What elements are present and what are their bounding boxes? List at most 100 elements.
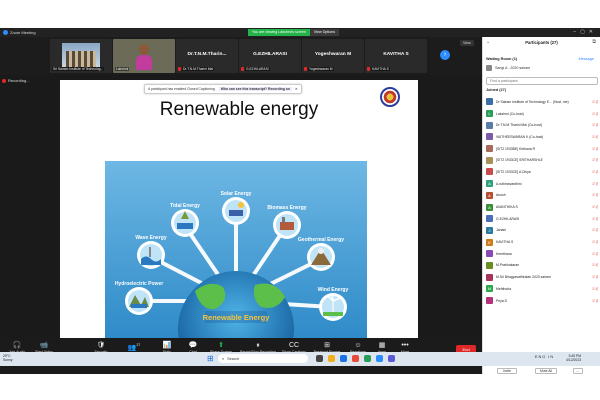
headphones-icon: 🎧 xyxy=(12,342,22,349)
video-off-icon: ▯̸ xyxy=(596,251,598,256)
participant-name: Dr Sairam Institute of Technology E... (… xyxy=(496,99,569,104)
store-icon[interactable] xyxy=(364,355,371,362)
participant-name: Sangi A - 2020 sairam xyxy=(495,66,531,70)
waiting-room-header[interactable]: Waiting Room (1) xyxy=(486,57,517,61)
zoom-app-icon[interactable] xyxy=(376,355,383,362)
tile-name: G.EZHILARASI xyxy=(253,52,287,57)
mic-muted-icon xyxy=(241,67,244,71)
mute-all-button[interactable]: Mute All xyxy=(535,368,557,374)
avatar: J xyxy=(486,226,493,234)
energy-label: Geothermal Energy xyxy=(298,237,344,243)
participant-row[interactable]: J Janani 🎙̸ ▯̸ xyxy=(486,225,598,237)
participant-row[interactable]: [SIT2 1933CE] A.Divya 🎙̸ ▯̸ xyxy=(486,166,598,178)
video-tile[interactable]: Dr.T.N.M.Tharin... Dr.T.N.M.Tharini Mai xyxy=(176,39,238,73)
waiting-room-message-button[interactable]: Message xyxy=(579,57,594,61)
video-tile[interactable]: Yogeshwaran M Yogeshwaran M xyxy=(302,39,364,73)
more-options-button[interactable]: ... xyxy=(573,368,583,374)
mic-muted-icon: 🎙̸ xyxy=(591,298,595,303)
close-icon[interactable]: ✕ xyxy=(295,87,298,91)
video-off-icon: ▯̸ xyxy=(596,123,598,128)
recording-indicator[interactable]: Recording... xyxy=(2,78,30,83)
participant-row[interactable]: M.Sri Bhagyavathiratan 2020 sairam 🎙̸ ▯̸ xyxy=(486,271,598,283)
wind-energy-circle xyxy=(319,292,347,321)
joined-header[interactable]: Joined (27) xyxy=(486,88,506,92)
participant-row[interactable]: A AVANTHIKA S 🎙̸ ▯̸ xyxy=(486,201,598,213)
participant-row[interactable]: Keerthana 🎙̸ ▯̸ xyxy=(486,248,598,260)
energy-label: Wave Energy xyxy=(135,235,166,241)
video-off-icon: ▯̸ xyxy=(596,240,598,245)
participant-row[interactable]: [SIT2 1933CE] SRITHARSHLE 🎙̸ ▯̸ xyxy=(486,154,598,166)
mic-muted-icon: 🎙̸ xyxy=(591,263,595,268)
windows-taskbar: 29°C Sunny ⊞ ⌕ Search ENG IN 3:45 PM 4/1… xyxy=(0,352,600,366)
tile-caption: G.EZHILARASI xyxy=(245,67,270,71)
participant-row[interactable]: M.Prabhakaran 🎙̸ ▯̸ xyxy=(486,260,598,272)
participant-search-input[interactable] xyxy=(486,77,598,85)
waiting-participant[interactable]: Sangi A - 2020 sairam xyxy=(486,65,530,71)
edge-browser-icon[interactable] xyxy=(340,355,347,362)
mic-muted-icon: 🎙̸ xyxy=(591,216,595,221)
taskbar-clock[interactable]: 3:45 PM 4/12/2023 xyxy=(566,354,581,363)
share-screen-icon: ⬆ xyxy=(218,342,224,349)
participant-row[interactable]: Priya.S 🎙̸ ▯̸ xyxy=(486,295,598,307)
avatar xyxy=(486,250,493,258)
video-off-icon: ▯̸ xyxy=(596,286,598,291)
participant-row[interactable]: Dr Sairam Institute of Technology E... (… xyxy=(486,96,598,108)
mic-muted-icon: 🎙̸ xyxy=(591,240,595,245)
participant-row[interactable]: L Lakshmi (Co-host) 🎙̸ ▯̸ xyxy=(486,108,598,120)
video-off-icon: ▯̸ xyxy=(596,134,598,139)
participant-row[interactable]: K KAVITHA S 🎙̸ ▯̸ xyxy=(486,236,598,248)
participant-row[interactable]: A A.ruthinavardhini 🎙̸ ▯̸ xyxy=(486,178,598,190)
transcript-visibility-link[interactable]: Who can see this transcript? Recording o… xyxy=(218,87,292,91)
windows-start-icon[interactable]: ⊞ xyxy=(207,355,214,363)
tile-caption: Lakshmi xyxy=(115,67,130,71)
system-tray[interactable]: ENG IN xyxy=(535,355,554,359)
participant-row[interactable]: [SIT2 1933BE] Kirthana R 🎙̸ ▯̸ xyxy=(486,143,598,155)
video-tile[interactable]: Sri Sairam Institute of Technolog... xyxy=(50,39,112,73)
video-off-icon: ▯̸ xyxy=(596,205,598,210)
chrome-browser-icon[interactable] xyxy=(352,355,359,362)
participant-name: VAITHEESWARAN K (Co-host) xyxy=(496,134,544,139)
chat-icon: 💬 xyxy=(188,342,198,349)
participant-row[interactable]: M Mehthoba 🎙̸ ▯̸ xyxy=(486,283,598,295)
avatar xyxy=(486,98,493,106)
mic-muted-icon: 🎙̸ xyxy=(591,275,595,280)
participant-row[interactable]: Dr.T.N.M.Tharini Mai (Co-host) 🎙̸ ▯̸ xyxy=(486,119,598,131)
participant-row[interactable]: VAITHEESWARAN K (Co-host) 🎙̸ ▯̸ xyxy=(486,131,598,143)
avatar: K xyxy=(486,238,493,246)
video-off-icon: ▯̸ xyxy=(596,146,598,151)
participant-row[interactable]: G.EZHILARASI 🎙̸ ▯̸ xyxy=(486,213,598,225)
video-off-icon: ▯̸ xyxy=(596,111,598,116)
mic-muted-icon: 🎙̸ xyxy=(591,146,595,151)
participants-count: 27 xyxy=(136,343,141,347)
video-tile[interactable]: Lakshmi xyxy=(113,39,175,73)
energy-label: Hydroelectric Power xyxy=(115,281,163,287)
tile-caption: Sri Sairam Institute of Technolog... xyxy=(52,67,105,71)
mic-muted-icon: 🎙̸ xyxy=(591,286,595,291)
video-off-icon: ▯̸ xyxy=(596,298,598,303)
window-controls[interactable]: –▢✕ xyxy=(573,29,597,35)
video-tile[interactable]: G.EZHILARASI G.EZHILARASI xyxy=(239,39,301,73)
task-view-icon[interactable] xyxy=(316,355,323,362)
panel-title: Participants (27) xyxy=(525,40,558,45)
mic-muted-icon xyxy=(178,67,181,71)
popout-icon[interactable]: ⧉ xyxy=(592,39,596,45)
teams-app-icon[interactable] xyxy=(388,355,395,362)
avatar xyxy=(486,273,493,281)
weather-desc: Sunny xyxy=(3,358,13,363)
gallery-strip: Sri Sairam Institute of Technolog... Lak… xyxy=(0,37,482,75)
participant-name: [SIT2 1933CE] A.Divya xyxy=(496,169,531,174)
participant-row[interactable]: A Anush 🎙̸ ▯̸ xyxy=(486,190,598,202)
zoom-logo-icon xyxy=(3,30,8,35)
view-button[interactable]: View xyxy=(460,40,474,46)
video-tile[interactable]: KAVITHA S KAVITHA S xyxy=(365,39,427,73)
weather-widget[interactable]: 29°C Sunny xyxy=(3,354,13,363)
caption-banner-text: A participant has enabled Closed Caption… xyxy=(148,87,215,91)
invite-button[interactable]: Invite xyxy=(497,368,517,374)
file-explorer-icon[interactable] xyxy=(328,355,335,362)
view-options-button[interactable]: View Options xyxy=(309,29,339,36)
video-off-icon: ▯̸ xyxy=(596,216,598,221)
mic-muted-icon: 🎙̸ xyxy=(591,123,595,128)
wave-energy-circle xyxy=(137,241,165,269)
next-page-arrow-icon[interactable]: › xyxy=(440,50,450,60)
taskbar-search-box[interactable]: ⌕ Search xyxy=(218,354,308,363)
